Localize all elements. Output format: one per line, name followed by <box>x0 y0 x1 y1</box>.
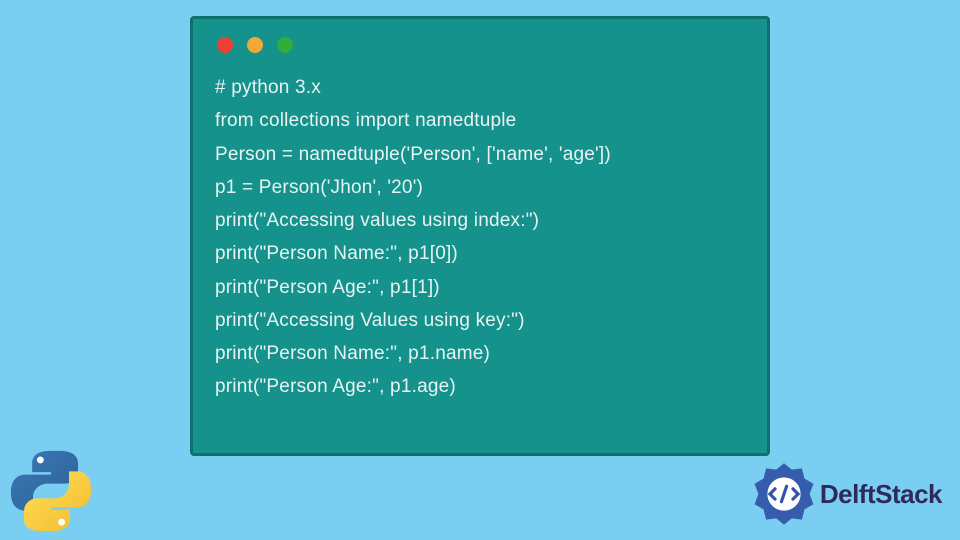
code-line: print("Person Age:", p1[1]) <box>215 271 745 304</box>
code-line: from collections import namedtuple <box>215 104 745 137</box>
code-window: # python 3.x from collections import nam… <box>190 16 770 456</box>
code-line: print("Accessing values using index:") <box>215 204 745 237</box>
code-line: p1 = Person('Jhon', '20') <box>215 171 745 204</box>
delftstack-badge-icon <box>752 462 816 526</box>
maximize-dot-icon <box>277 37 293 53</box>
close-dot-icon <box>217 37 233 53</box>
delftstack-brand: DelftStack <box>752 462 942 526</box>
code-line: Person = namedtuple('Person', ['name', '… <box>215 138 745 171</box>
minimize-dot-icon <box>247 37 263 53</box>
code-block: # python 3.x from collections import nam… <box>215 71 745 404</box>
delftstack-brand-text: DelftStack <box>820 479 942 510</box>
code-line: print("Person Name:", p1.name) <box>215 337 745 370</box>
window-traffic-lights <box>215 37 745 53</box>
code-line: print("Accessing Values using key:") <box>215 304 745 337</box>
code-line: # python 3.x <box>215 71 745 104</box>
code-line: print("Person Age:", p1.age) <box>215 370 745 403</box>
code-line: print("Person Name:", p1[0]) <box>215 237 745 270</box>
python-logo-icon <box>6 446 96 536</box>
